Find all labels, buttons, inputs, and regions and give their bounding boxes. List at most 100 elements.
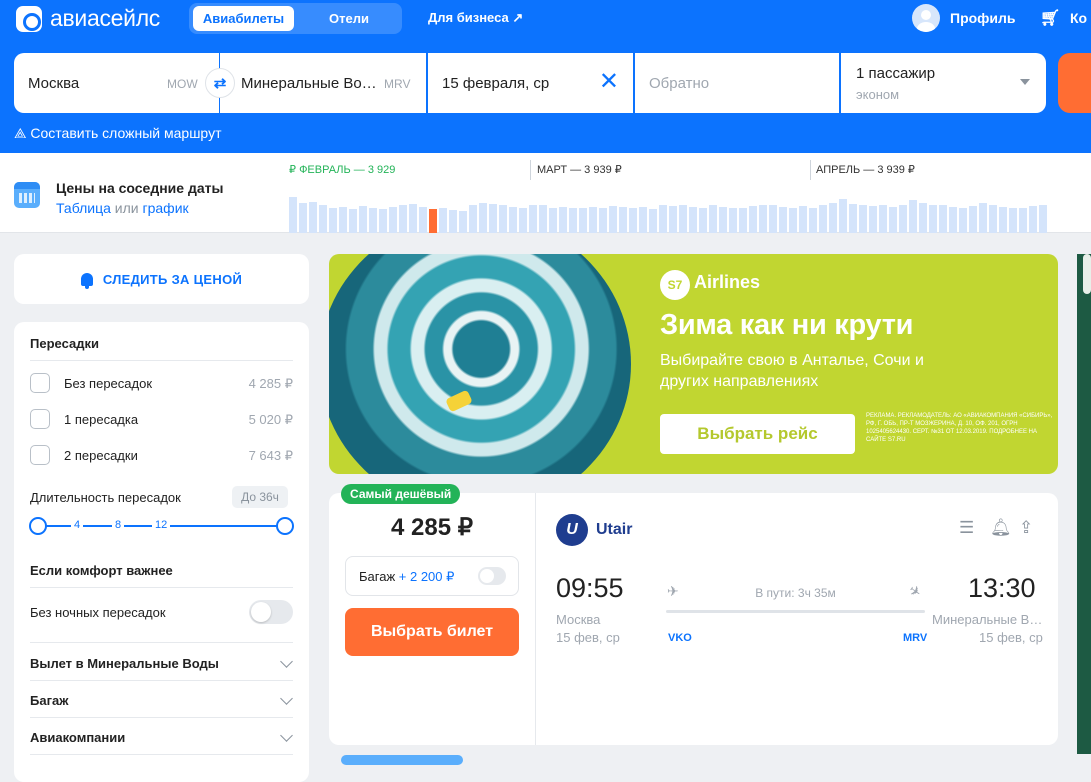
profile-link[interactable]: Профиль bbox=[950, 10, 1016, 26]
price-bar[interactable] bbox=[999, 207, 1007, 233]
price-bar[interactable] bbox=[839, 199, 847, 233]
business-link[interactable]: Для бизнеса ↗ bbox=[428, 10, 523, 26]
price-bar[interactable] bbox=[579, 208, 587, 233]
avatar[interactable] bbox=[912, 4, 940, 32]
price-bar[interactable] bbox=[629, 208, 637, 233]
depart-date-field[interactable]: 15 февраля, ср ✕ bbox=[428, 53, 633, 113]
price-bar[interactable] bbox=[639, 207, 647, 233]
checkbox-no-transfers[interactable] bbox=[30, 373, 50, 393]
price-bar[interactable] bbox=[1009, 208, 1017, 233]
price-bar[interactable] bbox=[899, 205, 907, 233]
price-bar[interactable] bbox=[869, 206, 877, 233]
clear-date-icon[interactable]: ✕ bbox=[599, 70, 619, 94]
price-bar[interactable] bbox=[769, 205, 777, 233]
chevron-down-icon[interactable] bbox=[1020, 79, 1030, 85]
checkbox-one-transfer[interactable] bbox=[30, 409, 50, 429]
two-transfers-label[interactable]: 2 пересадки bbox=[64, 448, 138, 463]
price-bar[interactable] bbox=[729, 208, 737, 233]
swap-icon[interactable]: ⇄ bbox=[205, 68, 235, 98]
price-bar[interactable] bbox=[409, 204, 417, 233]
price-bar[interactable] bbox=[959, 208, 967, 233]
checkbox-two-transfers[interactable] bbox=[30, 445, 50, 465]
price-bar[interactable] bbox=[399, 205, 407, 233]
price-bar[interactable] bbox=[979, 203, 987, 233]
price-bar[interactable] bbox=[939, 205, 947, 233]
table-link[interactable]: Таблица bbox=[56, 200, 111, 216]
aviasales-logo-icon[interactable] bbox=[16, 6, 42, 32]
one-transfer-label[interactable]: 1 пересадка bbox=[64, 412, 138, 427]
cart-link[interactable]: Ко bbox=[1070, 10, 1087, 26]
chevron-down-icon[interactable] bbox=[280, 655, 293, 668]
price-bar[interactable] bbox=[379, 209, 387, 233]
ticket-card[interactable]: 4 285 ₽ Багаж + 2 200 ₽ Выбрать билет U … bbox=[329, 493, 1058, 745]
price-bar[interactable] bbox=[849, 204, 857, 233]
price-bar[interactable] bbox=[299, 203, 307, 233]
baggage-option[interactable]: Багаж + 2 200 ₽ bbox=[345, 556, 519, 596]
price-bar[interactable] bbox=[569, 208, 577, 233]
share-icon[interactable]: ⇪ bbox=[1019, 518, 1033, 538]
price-bar[interactable] bbox=[709, 205, 717, 233]
price-bar[interactable] bbox=[669, 206, 677, 233]
price-bar[interactable] bbox=[359, 206, 367, 233]
price-bar[interactable] bbox=[859, 205, 867, 233]
price-bar[interactable] bbox=[689, 207, 697, 233]
price-bar[interactable] bbox=[969, 206, 977, 233]
price-bar[interactable] bbox=[819, 205, 827, 233]
logo-text[interactable]: авиасейлс bbox=[50, 5, 160, 32]
section-baggage[interactable]: Багаж bbox=[30, 693, 68, 708]
price-bar[interactable] bbox=[949, 207, 957, 233]
price-bar[interactable] bbox=[489, 204, 497, 233]
price-bar[interactable] bbox=[309, 202, 317, 233]
choose-flight-button[interactable]: Выбрать рейс bbox=[660, 414, 855, 454]
price-bar[interactable] bbox=[909, 200, 917, 233]
price-bar[interactable] bbox=[779, 207, 787, 233]
price-bar[interactable] bbox=[679, 205, 687, 233]
price-bar[interactable] bbox=[1019, 208, 1027, 233]
price-bar[interactable] bbox=[459, 211, 467, 233]
price-bar[interactable] bbox=[659, 205, 667, 233]
price-bar[interactable] bbox=[599, 208, 607, 233]
price-bar[interactable] bbox=[349, 209, 357, 233]
price-bar[interactable] bbox=[989, 205, 997, 233]
price-bar[interactable] bbox=[539, 205, 547, 233]
price-bar[interactable] bbox=[809, 208, 817, 233]
price-bar[interactable] bbox=[619, 207, 627, 233]
side-ad[interactable] bbox=[1077, 254, 1091, 754]
cart-icon[interactable]: 🛒︎ bbox=[1040, 8, 1060, 28]
slider-max-handle[interactable] bbox=[276, 517, 294, 535]
chevron-down-icon[interactable] bbox=[280, 692, 293, 705]
follow-price-button[interactable]: СЛЕДИТЬ ЗА ЦЕНОЙ bbox=[14, 254, 309, 304]
price-bar[interactable] bbox=[649, 209, 657, 233]
price-bar[interactable] bbox=[479, 203, 487, 233]
tab-hotels[interactable]: Отели bbox=[300, 6, 398, 31]
price-bar[interactable] bbox=[419, 207, 427, 233]
price-bar[interactable] bbox=[559, 207, 567, 233]
price-bar[interactable] bbox=[799, 206, 807, 233]
destination-field[interactable]: Минеральные Во… MRV bbox=[220, 53, 426, 113]
price-bar[interactable] bbox=[499, 205, 507, 233]
tab-flights[interactable]: Авиабилеты bbox=[193, 6, 294, 31]
price-bar[interactable] bbox=[519, 208, 527, 233]
chevron-down-icon[interactable] bbox=[280, 729, 293, 742]
price-bar[interactable] bbox=[1029, 206, 1037, 233]
section-airlines[interactable]: Авиакомпании bbox=[30, 730, 125, 745]
bell-icon[interactable]: 🔔︎ bbox=[990, 518, 1012, 538]
price-bar[interactable] bbox=[319, 205, 327, 233]
section-departure[interactable]: Вылет в Минеральные Воды bbox=[30, 656, 219, 671]
price-bar[interactable] bbox=[429, 209, 437, 233]
search-button[interactable] bbox=[1058, 53, 1091, 113]
price-bar[interactable] bbox=[1039, 205, 1047, 233]
price-bar[interactable] bbox=[439, 208, 447, 233]
price-bar[interactable] bbox=[369, 208, 377, 233]
price-bar[interactable] bbox=[469, 205, 477, 233]
chart-link[interactable]: график bbox=[143, 200, 189, 216]
slider-min-handle[interactable] bbox=[29, 517, 47, 535]
passengers-field[interactable]: 1 пассажир эконом bbox=[841, 53, 1046, 113]
origin-field[interactable]: Москва MOW bbox=[14, 53, 219, 113]
price-bar[interactable] bbox=[449, 210, 457, 233]
price-bar[interactable] bbox=[699, 208, 707, 233]
price-bar[interactable] bbox=[719, 207, 727, 233]
price-bar[interactable] bbox=[889, 207, 897, 233]
price-bar[interactable] bbox=[879, 205, 887, 233]
select-ticket-button[interactable]: Выбрать билет bbox=[345, 608, 519, 656]
